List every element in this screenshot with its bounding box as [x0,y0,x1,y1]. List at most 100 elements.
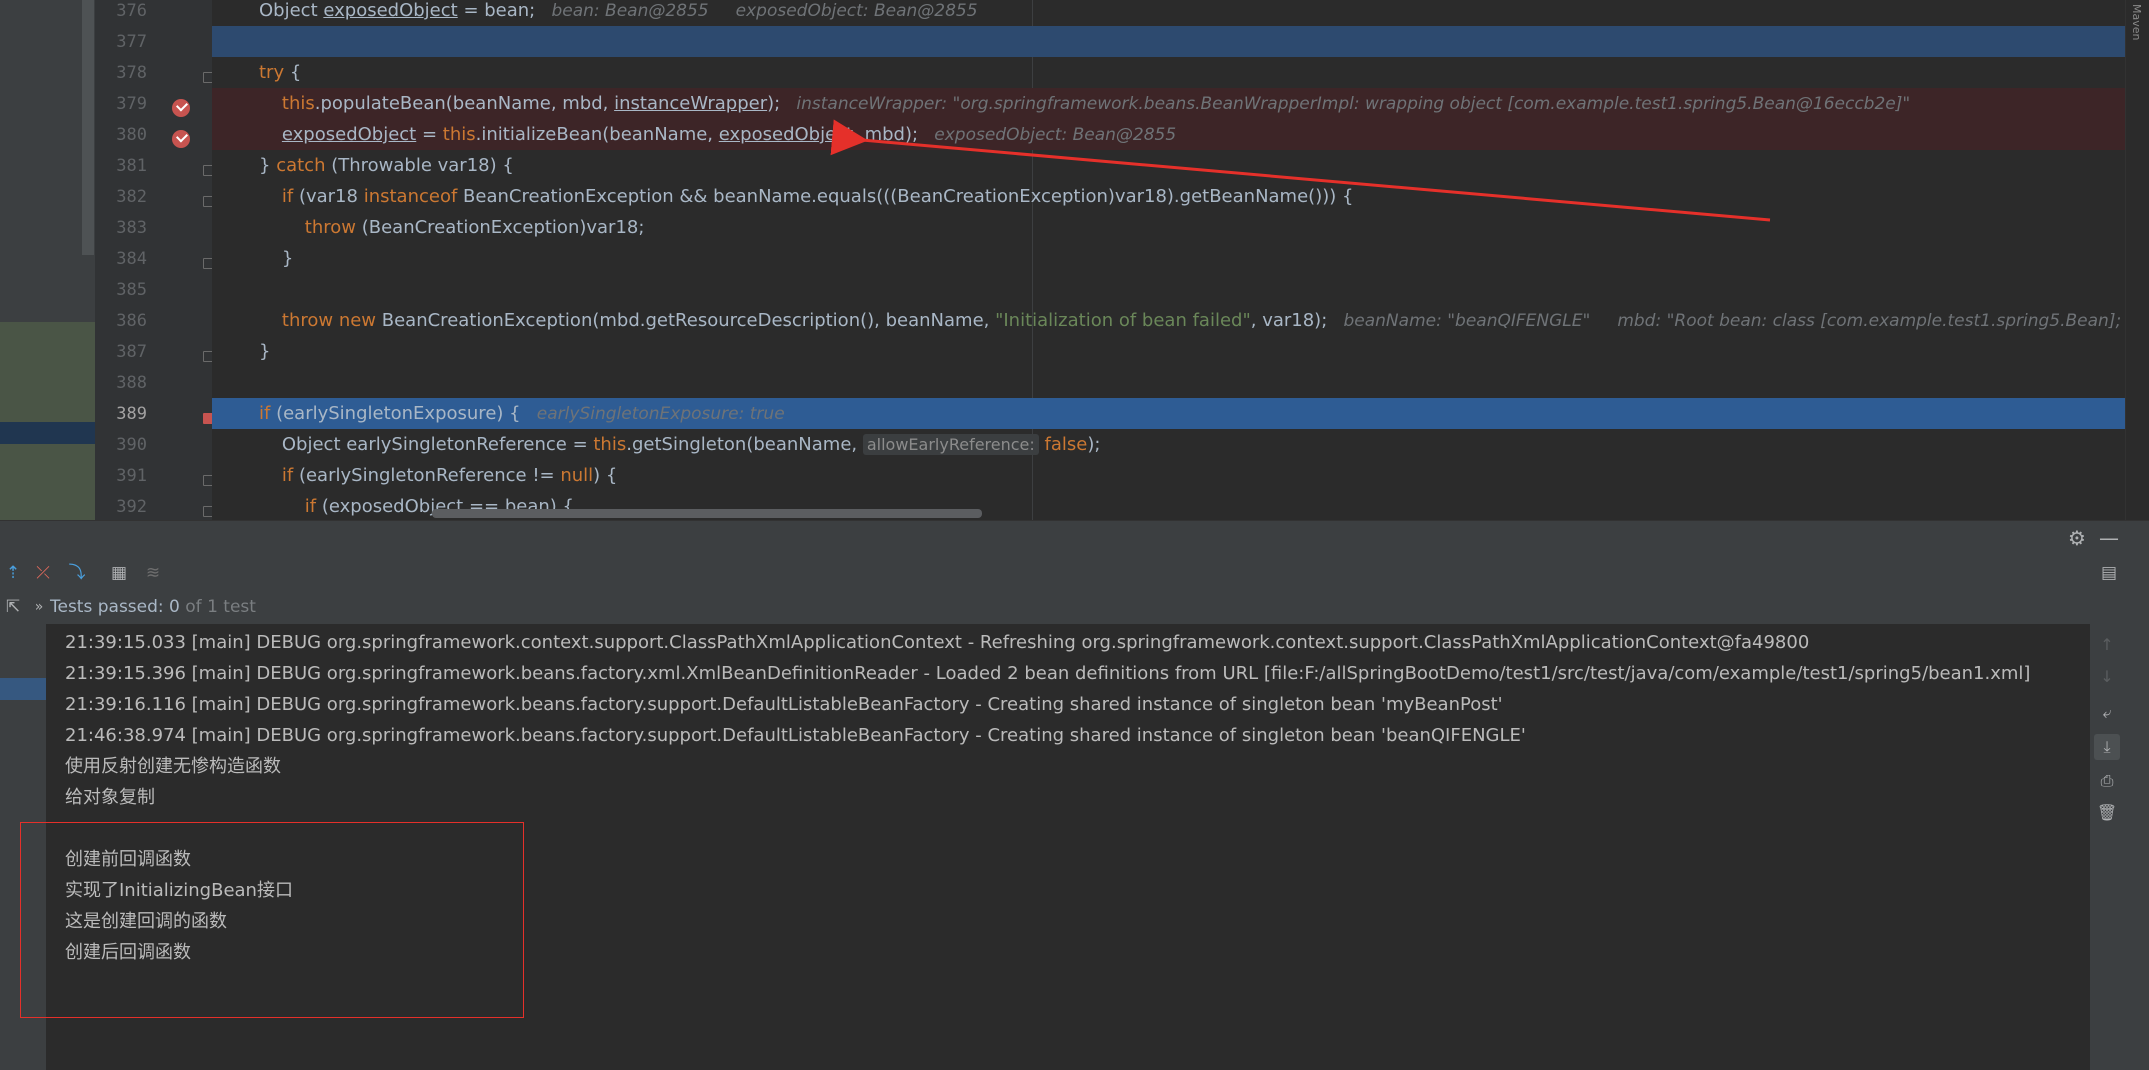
inline-debug-value: earlySingletonExposure: true [520,404,785,424]
layout-settings-icon[interactable]: ▤ [2096,560,2122,586]
tests-passed-label: Tests passed: 0 of 1 test [50,590,256,624]
code-token: , mbd); [853,124,919,145]
project-panel-diff-marker [0,444,95,520]
code-token: (Throwable var18) { [325,155,514,176]
code-line[interactable]: } catch (Throwable var18) { [212,150,2125,181]
code-line[interactable]: Object earlySingletonReference = this.ge… [212,429,2125,460]
inline-debug-value: beanName: "beanQIFENGLE" mbd: "Root bean… [1343,311,2122,331]
minimize-icon[interactable]: — [2096,525,2122,551]
code-token: throw [304,217,356,238]
gear-icon[interactable]: ⚙ [2064,525,2090,551]
breakpoint-icon[interactable] [172,130,190,148]
code-line[interactable]: throw (BeanCreationException)var18; [212,212,2125,243]
step-out-icon[interactable]: ⇡ [0,560,26,586]
trash-icon[interactable]: 🗑 [2094,800,2120,826]
code-token: exposedObject [718,124,854,145]
project-panel-scrollbar[interactable] [82,0,94,255]
code-token: if [304,496,317,517]
breakpoint-icon[interactable] [172,99,190,117]
trace-icon[interactable]: ≋ [140,560,166,586]
test-status-bar [0,590,2149,625]
code-token: .initializeBean(beanName, [475,124,719,145]
collapse-icon[interactable]: ⇱ [0,594,26,620]
code-token: (var18 [293,186,364,207]
tests-passed-text: Tests passed: [50,597,164,617]
tests-passed-count: 0 [169,597,180,617]
project-panel-selected-row[interactable] [0,422,95,444]
code-line[interactable]: } [212,336,2125,367]
editor-horizontal-scrollbar[interactable] [432,509,982,518]
editor-vertical-scrollbar[interactable] [2125,0,2149,520]
code-line[interactable]: exposedObject = this.initializeBean(bean… [212,119,2125,150]
line-number: 383 [116,218,147,238]
tests-total-text: of 1 test [185,597,256,617]
code-line[interactable]: try { [212,57,2125,88]
code-line[interactable]: } [212,243,2125,274]
code-token: if [281,465,294,486]
code-token: ); [767,93,781,114]
code-token: } [259,155,277,176]
line-number: 378 [116,63,147,83]
code-line[interactable] [212,274,2125,305]
scroll-to-end-icon[interactable]: ⤓ [2094,734,2120,760]
console-line: 21:39:15.033 [main] DEBUG org.springfram… [65,632,1810,653]
code-line[interactable]: if (earlySingletonExposure) { earlySingl… [212,398,2125,429]
code-token: if [281,186,294,207]
down-arrow-icon[interactable]: ↓ [2094,664,2120,690]
drop-frame-icon[interactable]: ⤫ [30,560,56,586]
line-number: 379 [116,94,147,114]
code-token: BeanCreationException && beanName.equals… [457,186,1354,207]
inline-debug-value: exposedObject: Bean@2855 [918,125,1177,145]
code-token: Object [259,0,324,21]
line-number: 387 [116,342,147,362]
line-number: 382 [116,187,147,207]
console-line: 21:46:38.974 [main] DEBUG org.springfram… [65,725,1526,746]
print-icon[interactable]: ⎙ [2094,768,2120,794]
line-number: 391 [116,466,147,486]
expand-more-icon[interactable]: » [26,594,52,620]
code-token: false [1044,434,1088,455]
test-tree-selected-row[interactable] [0,678,46,700]
code-line[interactable]: this.populateBean(beanName, mbd, instanc… [212,88,2125,119]
line-number: 386 [116,311,147,331]
code-line[interactable]: if (earlySingletonReference != null) { [212,460,2125,491]
code-token: .getSingleton(beanName, [626,434,863,455]
soft-wrap-icon[interactable]: ⤶ [2094,700,2120,726]
line-number: 376 [116,1,147,21]
line-number: 380 [116,125,147,145]
code-editor[interactable]: Object exposedObject = bean; bean: Bean@… [212,0,2125,520]
code-line[interactable] [212,26,2125,57]
code-token: Object earlySingletonReference = [259,434,594,455]
code-token: null [560,465,594,486]
code-token: = bean; [457,0,536,21]
code-token: ) { [593,465,618,486]
code-token: catch [276,155,326,176]
line-number: 388 [116,373,147,393]
up-arrow-icon[interactable]: ↑ [2094,632,2120,658]
console-line: 使用反射创建无惨构造函数 [65,756,281,777]
code-line[interactable]: Object exposedObject = bean; bean: Bean@… [212,0,2125,26]
code-token: instanceWrapper [614,93,768,114]
code-line[interactable]: throw new BeanCreationException(mbd.getR… [212,305,2125,336]
evaluate-expression-icon[interactable]: ▦ [106,560,132,586]
maven-tool-window-tab[interactable]: Maven [2130,4,2143,40]
code-token: this [593,434,627,455]
run-to-cursor-icon[interactable]: ⤵ [64,560,90,586]
inline-debug-value: bean: Bean@2855 exposedObject: Bean@2855 [535,1,978,21]
code-token: throw new [281,310,377,331]
annotation-highlight-box [20,822,524,1018]
code-line[interactable]: if (var18 instanceof BeanCreationExcepti… [212,181,2125,212]
code-line[interactable] [212,367,2125,398]
parameter-hint: allowEarlyReference: [862,434,1039,455]
code-token: exposedObject [281,124,417,145]
code-token: = [416,124,443,145]
code-token: ); [1087,434,1101,455]
code-token: } [259,341,271,362]
code-token: .populateBean(beanName, mbd, [314,93,615,114]
